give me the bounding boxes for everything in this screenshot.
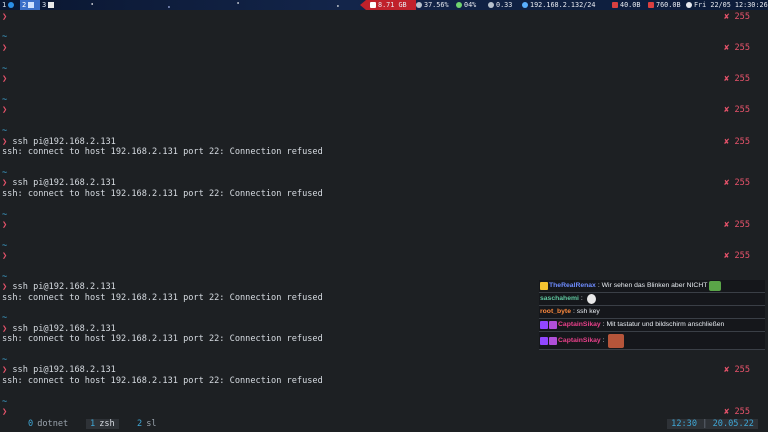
cwd-tilde: ~ — [2, 355, 8, 365]
cwd-tilde: ~ — [2, 241, 8, 251]
command-line: ❯ ssh pi@192.168.2.131 — [2, 137, 116, 147]
exit-status: ✘ 255 — [724, 251, 750, 261]
exit-status: ✘ 255 — [724, 12, 750, 22]
exit-status: ✘ 255 — [724, 74, 750, 84]
command-line: ❯ ssh pi@192.168.2.131 — [2, 282, 116, 292]
exit-status: ✘ 255 — [724, 43, 750, 53]
chat-message: root_byte: ssh key — [539, 306, 765, 319]
prompt-symbol: ❯ — [2, 105, 8, 115]
network-icon — [522, 2, 528, 8]
cpu-indicator: 37.56% — [416, 0, 449, 10]
gear-icon — [488, 2, 494, 8]
workspace-1-button[interactable]: 1 — [2, 0, 15, 10]
cwd-tilde: ~ — [2, 397, 8, 407]
cwd-tilde: ~ — [2, 313, 8, 323]
tmux-status-bar: 0 dotnet 1 zsh 2 sl 12:30 | 20.05.22 — [0, 416, 768, 432]
prompt-symbol: ❯ — [2, 251, 8, 261]
disk-indicator-2: 760.0B — [648, 0, 681, 10]
error-output: ssh: connect to host 192.168.2.131 port … — [2, 376, 323, 386]
stream-chat-overlay: TheRealRenax: Wir sehen das Blinken aber… — [539, 280, 765, 350]
load-indicator: 0.33 — [488, 0, 512, 10]
chat-message: CaptainSikay: Mit tastatur und bildschir… — [539, 319, 765, 332]
error-output: ssh: connect to host 192.168.2.131 port … — [2, 293, 323, 303]
prompt-symbol: ❯ — [2, 12, 8, 22]
broadcaster-badge-icon — [540, 321, 548, 329]
network-indicator: 192.168.2.132/24 — [522, 0, 595, 10]
chat-message: TheRealRenax: Wir sehen das Blinken aber… — [539, 280, 765, 293]
exit-status: ✘ 255 — [724, 220, 750, 230]
command-line: ❯ ssh pi@192.168.2.131 — [2, 365, 116, 375]
prompt-symbol: ❯ — [2, 220, 8, 230]
cwd-tilde: ~ — [2, 32, 8, 42]
tmux-window-tab[interactable]: 2 sl — [133, 419, 161, 429]
error-output: ssh: connect to host 192.168.2.131 port … — [2, 189, 323, 199]
workspace-3-button[interactable]: 3 — [42, 0, 55, 10]
chat-text: Wir sehen das Blinken aber NICHT — [601, 282, 708, 289]
terminal-pane[interactable]: ❯ ✘ 255 ~ ❯ ✘ 255 ~ ❯ ✘ 255 ~ ❯ ✘ 255 ~ … — [0, 10, 768, 417]
command-line: ❯ ssh pi@192.168.2.131 — [2, 178, 116, 188]
exit-status: ✘ 255 — [724, 137, 750, 147]
chat-message: saschahemi: — [539, 293, 765, 306]
frog-emote-icon — [709, 281, 722, 291]
skull-emote-icon — [586, 294, 596, 304]
tmux-window-tab[interactable]: 0 dotnet — [24, 419, 72, 429]
chat-username: TheRealRenax — [549, 282, 596, 289]
exit-status: ✘ 255 — [724, 178, 750, 188]
memory-icon — [370, 2, 376, 8]
cwd-tilde: ~ — [2, 272, 8, 282]
window-icon — [28, 2, 35, 8]
chat-username: CaptainSikay — [558, 336, 601, 344]
cwd-tilde: ~ — [2, 210, 8, 220]
prompt-symbol: ❯ — [2, 43, 8, 53]
cwd-tilde: ~ — [2, 64, 8, 74]
cwd-tilde: ~ — [2, 168, 8, 178]
tmux-datetime: 12:30 | 20.05.22 — [667, 419, 758, 429]
face-emote-icon — [608, 333, 625, 348]
cpu-icon — [416, 2, 422, 8]
tmux-window-tab-active[interactable]: 1 zsh — [86, 419, 119, 429]
exit-status: ✘ 255 — [724, 365, 750, 375]
document-icon — [48, 2, 55, 8]
browser-icon — [8, 2, 15, 8]
cwd-tilde: ~ — [2, 126, 8, 136]
subscriber-badge-icon — [549, 336, 557, 345]
chat-message: CaptainSikay: — [539, 332, 765, 350]
subscriber-badge-icon — [549, 321, 557, 329]
disk-icon — [648, 2, 654, 8]
disk-icon — [612, 2, 618, 8]
battery-indicator: 04% — [456, 0, 476, 10]
memory-indicator: 8.71 GB — [360, 0, 416, 10]
error-output: ssh: connect to host 192.168.2.131 port … — [2, 147, 323, 157]
prompt-symbol: ❯ — [2, 74, 8, 84]
chat-username: root_byte — [540, 308, 571, 315]
user-badge-icon — [540, 282, 548, 290]
broadcaster-badge-icon — [540, 336, 548, 345]
chat-text: ssh key — [576, 308, 600, 315]
workspace-2-button[interactable]: 2 — [20, 0, 40, 10]
exit-status: ✘ 255 — [724, 105, 750, 115]
command-line: ❯ ssh pi@192.168.2.131 — [2, 324, 116, 334]
disk-indicator-1: 40.0B — [612, 0, 640, 10]
chat-text: Mit tastatur und bildschirm anschließen — [606, 321, 725, 328]
top-status-bar: 1 2 3 8.71 GB 37.56% 04% 0.33 192.168.2.… — [0, 0, 768, 10]
clock-icon — [686, 2, 692, 8]
error-output: ssh: connect to host 192.168.2.131 port … — [2, 334, 323, 344]
battery-icon — [456, 2, 462, 8]
chat-username: saschahemi — [540, 295, 579, 302]
clock[interactable]: Fri 22/05 12:30:26 — [686, 0, 768, 10]
chat-username: CaptainSikay — [558, 321, 601, 328]
cwd-tilde: ~ — [2, 95, 8, 105]
